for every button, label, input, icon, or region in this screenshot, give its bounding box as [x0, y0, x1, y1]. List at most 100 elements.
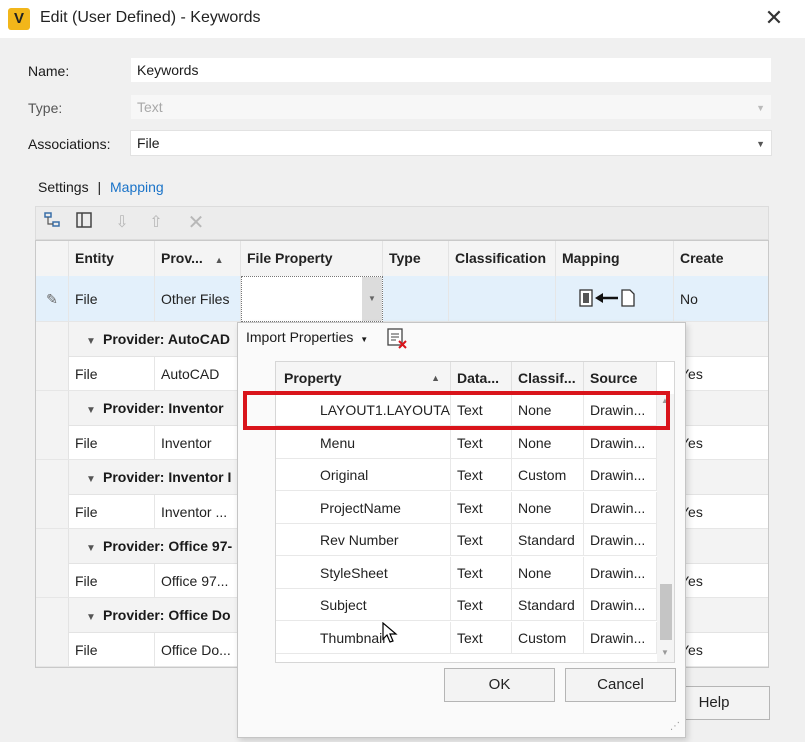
cell-entity: File — [69, 357, 155, 391]
cell-property: Rev Number — [314, 524, 451, 556]
collapse-triangle-icon[interactable]: ▼ — [79, 531, 103, 566]
sort-ascending-icon: ▲ — [431, 373, 440, 383]
type-dropdown[interactable]: Text ▼ — [130, 94, 772, 120]
table-row-editing[interactable]: ✎ File Other Files ▼ No — [36, 276, 768, 322]
cell-classification: Standard — [512, 589, 584, 621]
cell-property: StyleSheet — [314, 556, 451, 589]
property-row[interactable]: StyleSheet Text None Drawin... — [276, 556, 657, 589]
cell-entity: File — [69, 633, 155, 667]
scrollbar-thumb[interactable] — [660, 584, 672, 640]
vault-app-icon: V — [8, 8, 30, 30]
row-header-column — [36, 241, 69, 276]
column-header-source[interactable]: Source — [584, 362, 657, 394]
property-row[interactable]: Subject Text Standard Drawin... — [276, 589, 657, 621]
column-header-mapping[interactable]: Mapping — [556, 241, 674, 276]
column-header-file-property[interactable]: File Property — [241, 241, 383, 276]
cell-classification: Standard — [512, 524, 584, 556]
collapse-triangle-icon[interactable]: ▼ — [79, 600, 103, 635]
pencil-icon: ✎ — [36, 276, 69, 322]
column-header-type[interactable]: Type — [383, 241, 449, 276]
cell-classification: None — [512, 491, 584, 524]
cell-entity: File — [69, 276, 155, 322]
cell-classification: None — [512, 426, 584, 459]
cell-classification: Custom — [512, 459, 584, 491]
cell-provider: Office Do... — [155, 633, 241, 667]
mapping-toolbar: ⇩ ⇧ ✕ — [35, 206, 769, 240]
cell-source: Drawin... — [584, 589, 657, 621]
cell-create: Yes — [674, 564, 768, 598]
chevron-down-icon[interactable]: ▼ — [362, 277, 382, 321]
cell-data-type: Text — [451, 621, 512, 654]
property-list-scrollbar[interactable]: ▲ ▼ — [657, 394, 674, 662]
move-up-icon[interactable]: ⇧ — [144, 211, 168, 235]
cell-provider: AutoCAD — [155, 357, 241, 391]
cancel-button[interactable]: Cancel — [565, 668, 676, 702]
highlight-box — [243, 391, 670, 430]
column-header-provider[interactable]: Prov... ▲ — [155, 241, 241, 276]
column-header-data-type[interactable]: Data... — [451, 362, 512, 394]
cell-create: Yes — [674, 357, 768, 391]
cell-data-type: Text — [451, 556, 512, 589]
cell-property: Original — [314, 459, 451, 491]
ok-button[interactable]: OK — [444, 668, 555, 702]
cell-source: Drawin... — [584, 491, 657, 524]
collapse-triangle-icon[interactable]: ▼ — [79, 462, 103, 497]
property-row[interactable]: Thumbnail Text Custom Drawin... — [276, 621, 657, 654]
property-row[interactable]: Rev Number Text Standard Drawin... — [276, 524, 657, 556]
tab-strip: Settings | Mapping — [38, 179, 164, 195]
property-row[interactable]: ProjectName Text None Drawin... — [276, 491, 657, 524]
chevron-down-icon: ▼ — [756, 139, 765, 149]
scroll-down-arrow-icon[interactable]: ▼ — [661, 648, 669, 657]
clear-list-icon[interactable] — [386, 327, 408, 352]
mapping-direction-icon[interactable] — [556, 276, 674, 322]
import-properties-menu[interactable]: Import Properties ▼ — [246, 329, 368, 345]
group-title: Provider: Inventor I — [103, 469, 232, 485]
window-title: Edit (User Defined) - Keywords — [40, 9, 261, 26]
cell-property: Subject — [314, 589, 451, 621]
cell-property: Menu — [314, 426, 451, 459]
cell-type — [383, 276, 449, 322]
column-header-provider-label: Prov... — [161, 250, 203, 266]
cell-source: Drawin... — [584, 524, 657, 556]
property-row[interactable]: Menu Text None Drawin... — [276, 426, 657, 459]
cell-classification: None — [512, 556, 584, 589]
name-field[interactable]: Keywords — [130, 57, 772, 83]
file-property-dropdown[interactable]: ▼ — [241, 276, 383, 322]
associations-dropdown[interactable]: File ▼ — [130, 130, 772, 156]
cell-source: Drawin... — [584, 556, 657, 589]
associations-label: Associations: — [28, 136, 111, 152]
group-title: Provider: AutoCAD — [103, 331, 231, 347]
collapse-triangle-icon[interactable]: ▼ — [79, 324, 103, 359]
column-header-create[interactable]: Create — [674, 241, 768, 276]
move-down-icon[interactable]: ⇩ — [110, 211, 134, 235]
property-row[interactable]: Original Text Custom Drawin... — [276, 459, 657, 491]
cell-create: Yes — [674, 426, 768, 460]
cell-provider: Office 97... — [155, 564, 241, 598]
cell-entity: File — [69, 426, 155, 460]
panel-layout-icon[interactable] — [72, 211, 96, 235]
cell-source: Drawin... — [584, 426, 657, 459]
cell-provider: Other Files — [155, 276, 241, 322]
cell-provider: Inventor ... — [155, 495, 241, 529]
close-icon[interactable]: ✕ — [762, 4, 786, 32]
column-header-classification[interactable]: Classification — [449, 241, 556, 276]
cell-create: No — [674, 276, 768, 322]
hierarchy-icon[interactable] — [40, 211, 64, 235]
tab-separator: | — [97, 179, 102, 195]
cell-data-type: Text — [451, 589, 512, 621]
cell-data-type: Text — [451, 459, 512, 491]
delete-icon[interactable]: ✕ — [184, 211, 208, 235]
cell-property: ProjectName — [314, 491, 451, 524]
column-header-classification[interactable]: Classif... — [512, 362, 584, 394]
group-title: Provider: Office Do — [103, 607, 231, 623]
tab-mapping[interactable]: Mapping — [110, 179, 164, 195]
column-header-property[interactable]: Property ▲ — [276, 362, 451, 394]
tab-settings[interactable]: Settings — [38, 179, 89, 195]
resize-grip-icon[interactable]: ⋰ — [670, 721, 680, 732]
column-header-entity[interactable]: Entity — [69, 241, 155, 276]
import-properties-label: Import Properties — [246, 329, 354, 345]
cell-entity: File — [69, 495, 155, 529]
cell-classification — [449, 276, 556, 322]
collapse-triangle-icon[interactable]: ▼ — [79, 393, 103, 428]
sort-ascending-icon: ▲ — [214, 255, 224, 265]
